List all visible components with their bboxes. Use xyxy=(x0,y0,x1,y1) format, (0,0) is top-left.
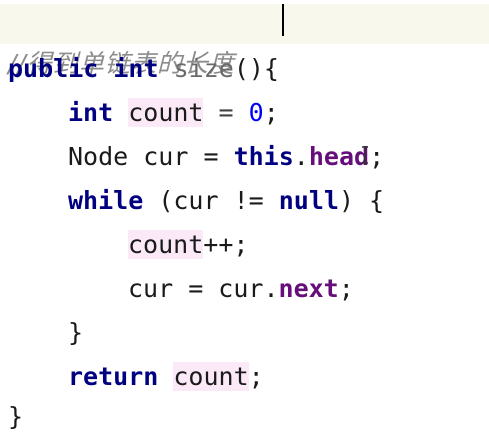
number-literal: 0 xyxy=(248,98,264,127)
semicolon: ; xyxy=(263,98,279,127)
method-parens: () xyxy=(233,54,264,83)
keyword-int: int xyxy=(68,98,114,127)
code-line-cur-decl: Node cur = this.head; xyxy=(68,137,489,177)
comment-line: //得到单链表的长度 xyxy=(0,4,489,78)
node-decl-text: Node cur = xyxy=(68,142,234,171)
var-count: count xyxy=(128,98,204,127)
while-close: ) { xyxy=(338,186,385,215)
code-editor[interactable]: //得到单链表的长度 public int size(){ int count … xyxy=(0,0,489,442)
close-brace: } xyxy=(8,402,24,431)
method-name: size xyxy=(173,54,234,83)
assign-op: = xyxy=(203,98,249,127)
dot: . xyxy=(293,142,309,171)
semicolon: ; xyxy=(369,142,385,171)
code-line-while: while (cur != null) { xyxy=(68,181,489,221)
code-line-increment: count++; xyxy=(128,225,489,265)
while-condition-text: (cur != xyxy=(143,186,279,215)
mouse-ibeam-icon xyxy=(362,146,368,164)
advance-text: cur = cur. xyxy=(128,274,279,303)
keyword-this: this xyxy=(233,142,294,171)
close-brace: } xyxy=(68,318,84,347)
increment-op: ++; xyxy=(203,230,249,259)
semicolon: ; xyxy=(248,362,264,391)
code-line-advance: cur = cur.next; xyxy=(128,269,489,309)
keyword-public: public xyxy=(8,54,99,83)
code-line-count-decl: int count = 0; xyxy=(68,93,489,133)
field-next: next xyxy=(278,274,339,303)
open-brace: { xyxy=(263,54,279,83)
semicolon: ; xyxy=(338,274,354,303)
code-line-method-close: } xyxy=(8,397,489,437)
text-caret xyxy=(282,4,284,36)
keyword-int: int xyxy=(113,54,159,83)
keyword-return: return xyxy=(68,362,159,391)
code-line-return: return count; xyxy=(68,357,489,397)
code-line-while-close: } xyxy=(68,313,489,353)
keyword-while: while xyxy=(68,186,144,215)
var-count: count xyxy=(128,230,204,259)
code-line-method-signature: public int size(){ xyxy=(8,49,489,89)
var-count: count xyxy=(173,362,249,391)
keyword-null: null xyxy=(278,186,339,215)
